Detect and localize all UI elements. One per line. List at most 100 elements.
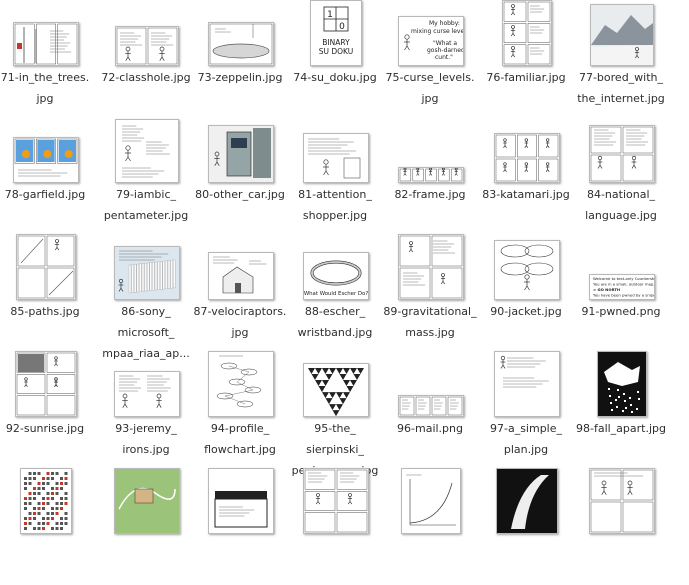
file-name-label[interactable]: 76-familiar.jpg — [477, 67, 575, 88]
file-name-label[interactable]: 89-gravitational_ mass.jpg — [381, 301, 479, 343]
file-name-label[interactable]: 98-fall_apart.jpg — [572, 418, 670, 439]
file-name-label[interactable]: 92-sunrise.jpg — [0, 418, 94, 439]
file-item-99[interactable] — [0, 468, 94, 585]
comic-thumbnail-pwned-icon[interactable]: Welcome to text-only Counterstrike.You a… — [589, 274, 655, 300]
file-item-74[interactable]: 1 0 BINARY SU DOKU 74-su_doku.jpg — [286, 0, 384, 117]
file-name-label[interactable]: 94-profile_ flowchart.jpg — [191, 418, 289, 460]
file-name-label[interactable]: 83-katamari.jpg — [477, 184, 575, 205]
file-item-77[interactable]: 77-bored_with_ the_internet.jpg — [572, 0, 670, 117]
comic-thumbnail-garfield-icon[interactable] — [13, 137, 79, 183]
file-item-91[interactable]: Welcome to text-only Counterstrike.You a… — [572, 234, 670, 351]
file-item-78[interactable]: 78-garfield.jpg — [0, 117, 94, 234]
comic-thumbnail-jacket-icon[interactable] — [494, 240, 560, 300]
file-name-label[interactable]: 88-escher_ wristband.jpg — [286, 301, 384, 343]
file-name-label[interactable]: 71-in_the_trees. jpg — [0, 67, 94, 109]
comic-thumbnail-national-language-icon[interactable] — [589, 125, 655, 183]
comic-thumbnail-trees-icon[interactable] — [13, 22, 79, 66]
comic-thumbnail-text-panels-icon[interactable] — [303, 468, 369, 534]
file-name-label[interactable]: 73-zeppelin.jpg — [191, 67, 289, 88]
comic-thumbnail-curse-levels-icon[interactable]: My hobby:mixing curse levels "What agosh-… — [398, 16, 464, 66]
file-item-93[interactable]: 93-jeremy_ irons.jpg — [97, 351, 195, 468]
file-item-102[interactable] — [286, 468, 384, 585]
comic-thumbnail-classhole-icon[interactable] — [115, 26, 179, 66]
comic-thumbnail-simple-plan-icon[interactable] — [494, 351, 560, 417]
file-item-90[interactable]: 90-jacket.jpg — [477, 234, 575, 351]
comic-thumbnail-zeppelin-icon[interactable] — [208, 22, 274, 66]
file-name-label[interactable]: 93-jeremy_ irons.jpg — [97, 418, 195, 460]
file-item-98[interactable]: 98-fall_apart.jpg — [572, 351, 670, 468]
file-item-82[interactable]: 82-frame.jpg — [381, 117, 479, 234]
comic-thumbnail-katamari-icon[interactable] — [494, 133, 560, 183]
comic-thumbnail-frame-icon[interactable] — [398, 167, 464, 183]
comic-thumbnail-velociraptors-icon[interactable] — [208, 252, 274, 300]
file-item-94[interactable]: 94-profile_ flowchart.jpg — [191, 351, 289, 468]
file-name-label[interactable]: 90-jacket.jpg — [477, 301, 575, 322]
comic-thumbnail-profile-flowchart-icon[interactable] — [208, 351, 274, 417]
file-item-105[interactable] — [572, 468, 670, 585]
file-name-label[interactable]: 72-classhole.jpg — [97, 67, 195, 88]
file-name-label[interactable]: 74-su_doku.jpg — [286, 67, 384, 88]
file-item-89[interactable]: 89-gravitational_ mass.jpg — [381, 234, 479, 351]
comic-thumbnail-gravitational-mass-icon[interactable] — [398, 234, 464, 300]
file-item-85[interactable]: 85-paths.jpg — [0, 234, 94, 351]
file-name-label[interactable]: 85-paths.jpg — [0, 301, 94, 322]
file-name-label[interactable]: 80-other_car.jpg — [191, 184, 289, 205]
file-item-95[interactable]: 95-the_sierpinski_penis_game.jpg — [286, 351, 384, 477]
comic-thumbnail-other-car-icon[interactable] — [208, 125, 274, 183]
file-name-line: 82-frame.jpg — [394, 188, 466, 201]
file-name-label[interactable]: 96-mail.png — [381, 418, 479, 439]
file-name-label[interactable]: 77-bored_with_ the_internet.jpg — [572, 67, 670, 109]
file-name-label[interactable]: 81-attention_ shopper.jpg — [286, 184, 384, 226]
file-item-72[interactable]: 72-classhole.jpg — [97, 0, 195, 117]
comic-thumbnail-grid-icon[interactable] — [20, 468, 72, 534]
file-item-81[interactable]: 81-attention_ shopper.jpg — [286, 117, 384, 234]
comic-thumbnail-su-doku-icon[interactable]: 1 0 BINARY SU DOKU — [310, 0, 362, 66]
file-item-75[interactable]: My hobby:mixing curse levels "What agosh-… — [381, 0, 479, 117]
comic-thumbnail-iambic-icon[interactable] — [115, 119, 179, 183]
comic-thumbnail-jeremy-irons-icon[interactable] — [114, 371, 180, 417]
file-name-line: 80-other_car.jpg — [195, 188, 285, 201]
comic-thumbnail-sketch-icon[interactable] — [589, 468, 655, 534]
file-name-label[interactable]: 79-iambic_ pentameter.jpg — [97, 184, 195, 226]
file-item-104[interactable] — [477, 468, 575, 585]
file-item-86[interactable]: 86-sony_ microsoft_ mpaa_riaa_ap... — [97, 234, 195, 360]
file-name-label[interactable]: 84-national_ language.jpg — [572, 184, 670, 226]
thumbnail-image — [24, 472, 68, 530]
comic-thumbnail-map-icon[interactable] — [114, 468, 180, 534]
file-item-73[interactable]: 73-zeppelin.jpg — [191, 0, 289, 117]
file-name-label[interactable]: 78-garfield.jpg — [0, 184, 94, 205]
file-item-101[interactable] — [191, 468, 289, 585]
comic-thumbnail-mail-icon[interactable] — [398, 395, 464, 417]
file-item-96[interactable]: 96-mail.png — [381, 351, 479, 468]
file-name-label[interactable]: 87-velociraptors. jpg — [191, 301, 289, 343]
file-item-79[interactable]: 79-iambic_ pentameter.jpg — [97, 117, 195, 234]
file-item-71[interactable]: 71-in_the_trees. jpg — [0, 0, 94, 117]
comic-thumbnail-sony-icon[interactable] — [114, 246, 180, 300]
file-item-84[interactable]: 84-national_ language.jpg — [572, 117, 670, 234]
file-name-label[interactable]: 82-frame.jpg — [381, 184, 479, 205]
file-item-92[interactable]: 92-sunrise.jpg — [0, 351, 94, 468]
comic-thumbnail-sierpinski-icon[interactable] — [303, 363, 369, 417]
file-item-80[interactable]: 80-other_car.jpg — [191, 117, 289, 234]
comic-thumbnail-attention-shopper-icon[interactable] — [303, 133, 369, 183]
file-item-100[interactable] — [97, 468, 195, 585]
file-name-line: 94-profile_ — [210, 422, 270, 435]
comic-thumbnail-fall-apart-icon[interactable] — [597, 351, 647, 417]
comic-thumbnail-box-icon[interactable] — [208, 468, 274, 534]
file-item-88[interactable]: What Would Escher Do? 88-escher_ wristband… — [286, 234, 384, 351]
file-name-label[interactable]: 91-pwned.png — [572, 301, 670, 322]
file-name-label[interactable]: 75-curse_levels. jpg — [381, 67, 479, 109]
file-item-103[interactable] — [381, 468, 479, 585]
comic-thumbnail-dark-icon[interactable] — [496, 468, 558, 534]
comic-thumbnail-paths-icon[interactable] — [16, 234, 76, 300]
comic-thumbnail-familiar-icon[interactable] — [502, 0, 552, 66]
comic-thumbnail-escher-wristband-icon[interactable]: What Would Escher Do? — [303, 252, 369, 300]
file-item-76[interactable]: 76-familiar.jpg — [477, 0, 575, 117]
file-name-label[interactable]: 97-a_simple_ plan.jpg — [477, 418, 575, 460]
file-item-83[interactable]: 83-katamari.jpg — [477, 117, 575, 234]
comic-thumbnail-graph-icon[interactable] — [401, 468, 461, 534]
file-item-87[interactable]: 87-velociraptors. jpg — [191, 234, 289, 351]
comic-thumbnail-sunrise-icon[interactable] — [15, 351, 77, 417]
file-item-97[interactable]: 97-a_simple_ plan.jpg — [477, 351, 575, 468]
comic-thumbnail-bored-internet-icon[interactable] — [590, 4, 654, 66]
